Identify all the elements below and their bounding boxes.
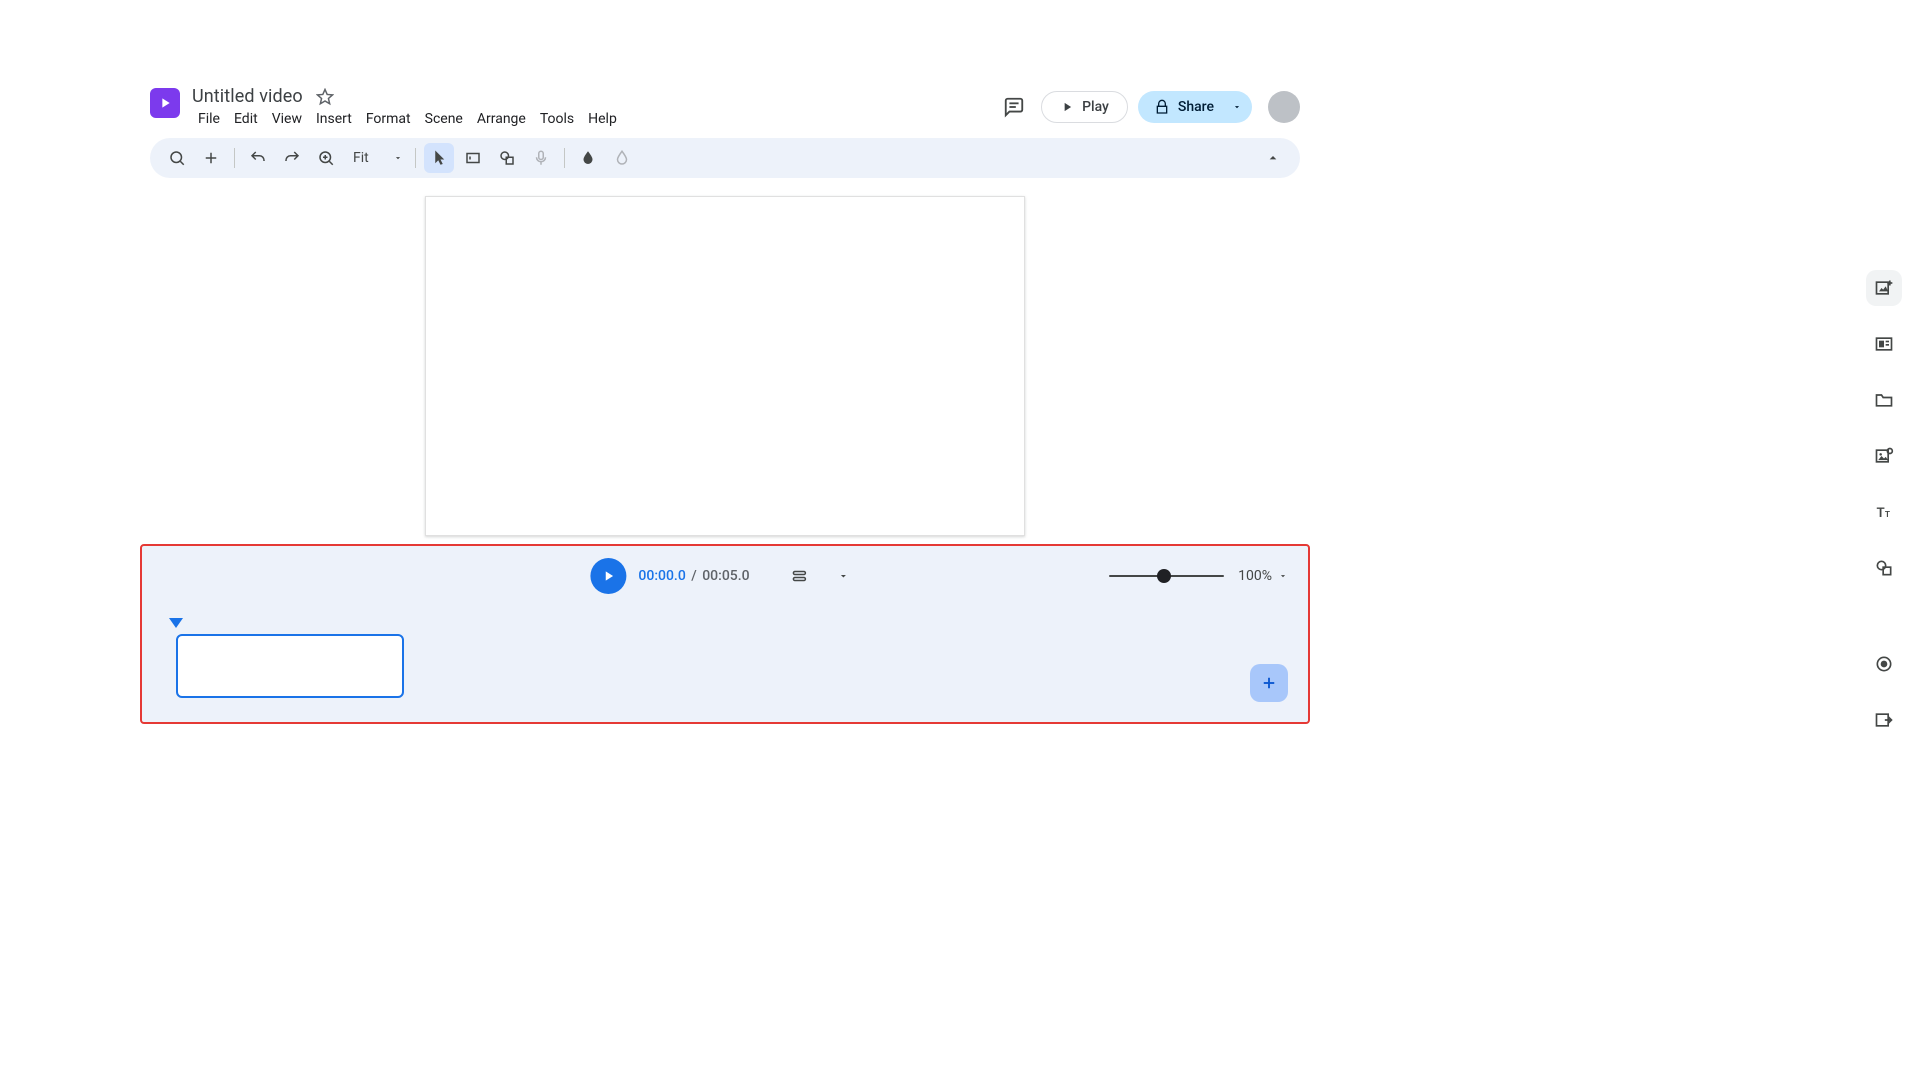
menu-arrange[interactable]: Arrange [471, 109, 532, 129]
undo-icon[interactable] [243, 143, 273, 173]
toolbar-separator [564, 148, 565, 168]
zoom-in-icon[interactable] [311, 143, 341, 173]
menu-edit[interactable]: Edit [228, 109, 264, 129]
pointer-icon[interactable] [424, 143, 454, 173]
shape-icon[interactable] [492, 143, 522, 173]
border-color-icon[interactable] [607, 143, 637, 173]
side-rail: TT [1866, 270, 1902, 738]
zoom-selector[interactable]: Fit [345, 145, 407, 171]
search-icon[interactable] [162, 143, 192, 173]
zoom-percent-label: 100% [1238, 568, 1272, 584]
header-actions: Play Share [997, 90, 1300, 124]
zoom-percent-selector[interactable]: 100% [1238, 568, 1288, 584]
share-button-group: Share [1138, 91, 1252, 123]
menu-file[interactable]: File [192, 109, 226, 129]
share-dropdown-icon[interactable] [1228, 102, 1252, 112]
playhead-marker-icon [169, 618, 183, 628]
rail-templates-icon[interactable] [1866, 326, 1902, 362]
add-icon[interactable] [196, 143, 226, 173]
menu-scene[interactable]: Scene [419, 109, 469, 129]
total-time: 00:05.0 [702, 568, 749, 584]
rail-add-image-icon[interactable] [1866, 270, 1902, 306]
menu-view[interactable]: View [266, 109, 308, 129]
fill-icon[interactable] [573, 143, 603, 173]
title-line: Untitled video [192, 86, 623, 107]
zoom-mode-label: Fit [353, 150, 369, 166]
rail-export-icon[interactable] [1866, 702, 1902, 738]
timeline-play-button[interactable] [590, 558, 626, 594]
zoom-slider[interactable] [1109, 575, 1224, 577]
current-time: 00:00.0 [638, 568, 685, 584]
timeline-zoom-controls: 100% [1109, 568, 1288, 584]
app-window: Untitled video File Edit View Insert For… [140, 82, 1310, 732]
app-logo-icon[interactable] [150, 88, 180, 118]
textbox-icon[interactable] [458, 143, 488, 173]
canvas-area [140, 196, 1310, 556]
rail-shapes-icon[interactable] [1866, 550, 1902, 586]
menu-format[interactable]: Format [360, 109, 417, 129]
time-separator: / [691, 568, 696, 584]
collapse-toolbar-icon[interactable] [1258, 143, 1288, 173]
timeline-panel: 00:00.0 / 00:05.0 100% [140, 544, 1310, 724]
toolbar-separator [234, 148, 235, 168]
zoom-slider-thumb[interactable] [1157, 569, 1171, 583]
header: Untitled video File Edit View Insert For… [140, 82, 1310, 132]
rail-stock-icon[interactable] [1866, 438, 1902, 474]
svg-text:T: T [1885, 510, 1890, 520]
share-label: Share [1178, 99, 1214, 115]
title-block: Untitled video File Edit View Insert For… [192, 86, 623, 129]
add-scene-button[interactable] [1250, 664, 1288, 702]
play-button[interactable]: Play [1041, 91, 1128, 123]
comments-icon[interactable] [997, 90, 1031, 124]
menu-insert[interactable]: Insert [310, 109, 358, 129]
menu-bar: File Edit View Insert Format Scene Arran… [192, 109, 623, 129]
timeline-options-icon[interactable] [784, 560, 816, 592]
mic-icon[interactable] [526, 143, 556, 173]
svg-text:T: T [1877, 506, 1885, 521]
toolbar: Fit [150, 138, 1300, 178]
time-display: 00:00.0 / 00:05.0 [638, 568, 749, 584]
redo-icon[interactable] [277, 143, 307, 173]
scene-clip[interactable] [176, 634, 404, 698]
timeline-controls: 00:00.0 / 00:05.0 100% [142, 546, 1308, 606]
timeline-center-controls: 00:00.0 / 00:05.0 [590, 558, 859, 594]
rail-folder-icon[interactable] [1866, 382, 1902, 418]
timeline-track[interactable] [168, 618, 1288, 708]
playhead[interactable] [176, 618, 183, 628]
timeline-options-dropdown-icon[interactable] [828, 560, 860, 592]
rail-text-icon[interactable]: TT [1866, 494, 1902, 530]
star-icon[interactable] [315, 87, 335, 107]
document-title[interactable]: Untitled video [192, 86, 303, 107]
toolbar-separator [415, 148, 416, 168]
menu-tools[interactable]: Tools [534, 109, 580, 129]
canvas[interactable] [425, 196, 1025, 536]
play-label: Play [1082, 99, 1109, 115]
share-button[interactable]: Share [1138, 91, 1228, 123]
menu-help[interactable]: Help [582, 109, 623, 129]
rail-record-icon[interactable] [1866, 646, 1902, 682]
avatar[interactable] [1268, 91, 1300, 123]
